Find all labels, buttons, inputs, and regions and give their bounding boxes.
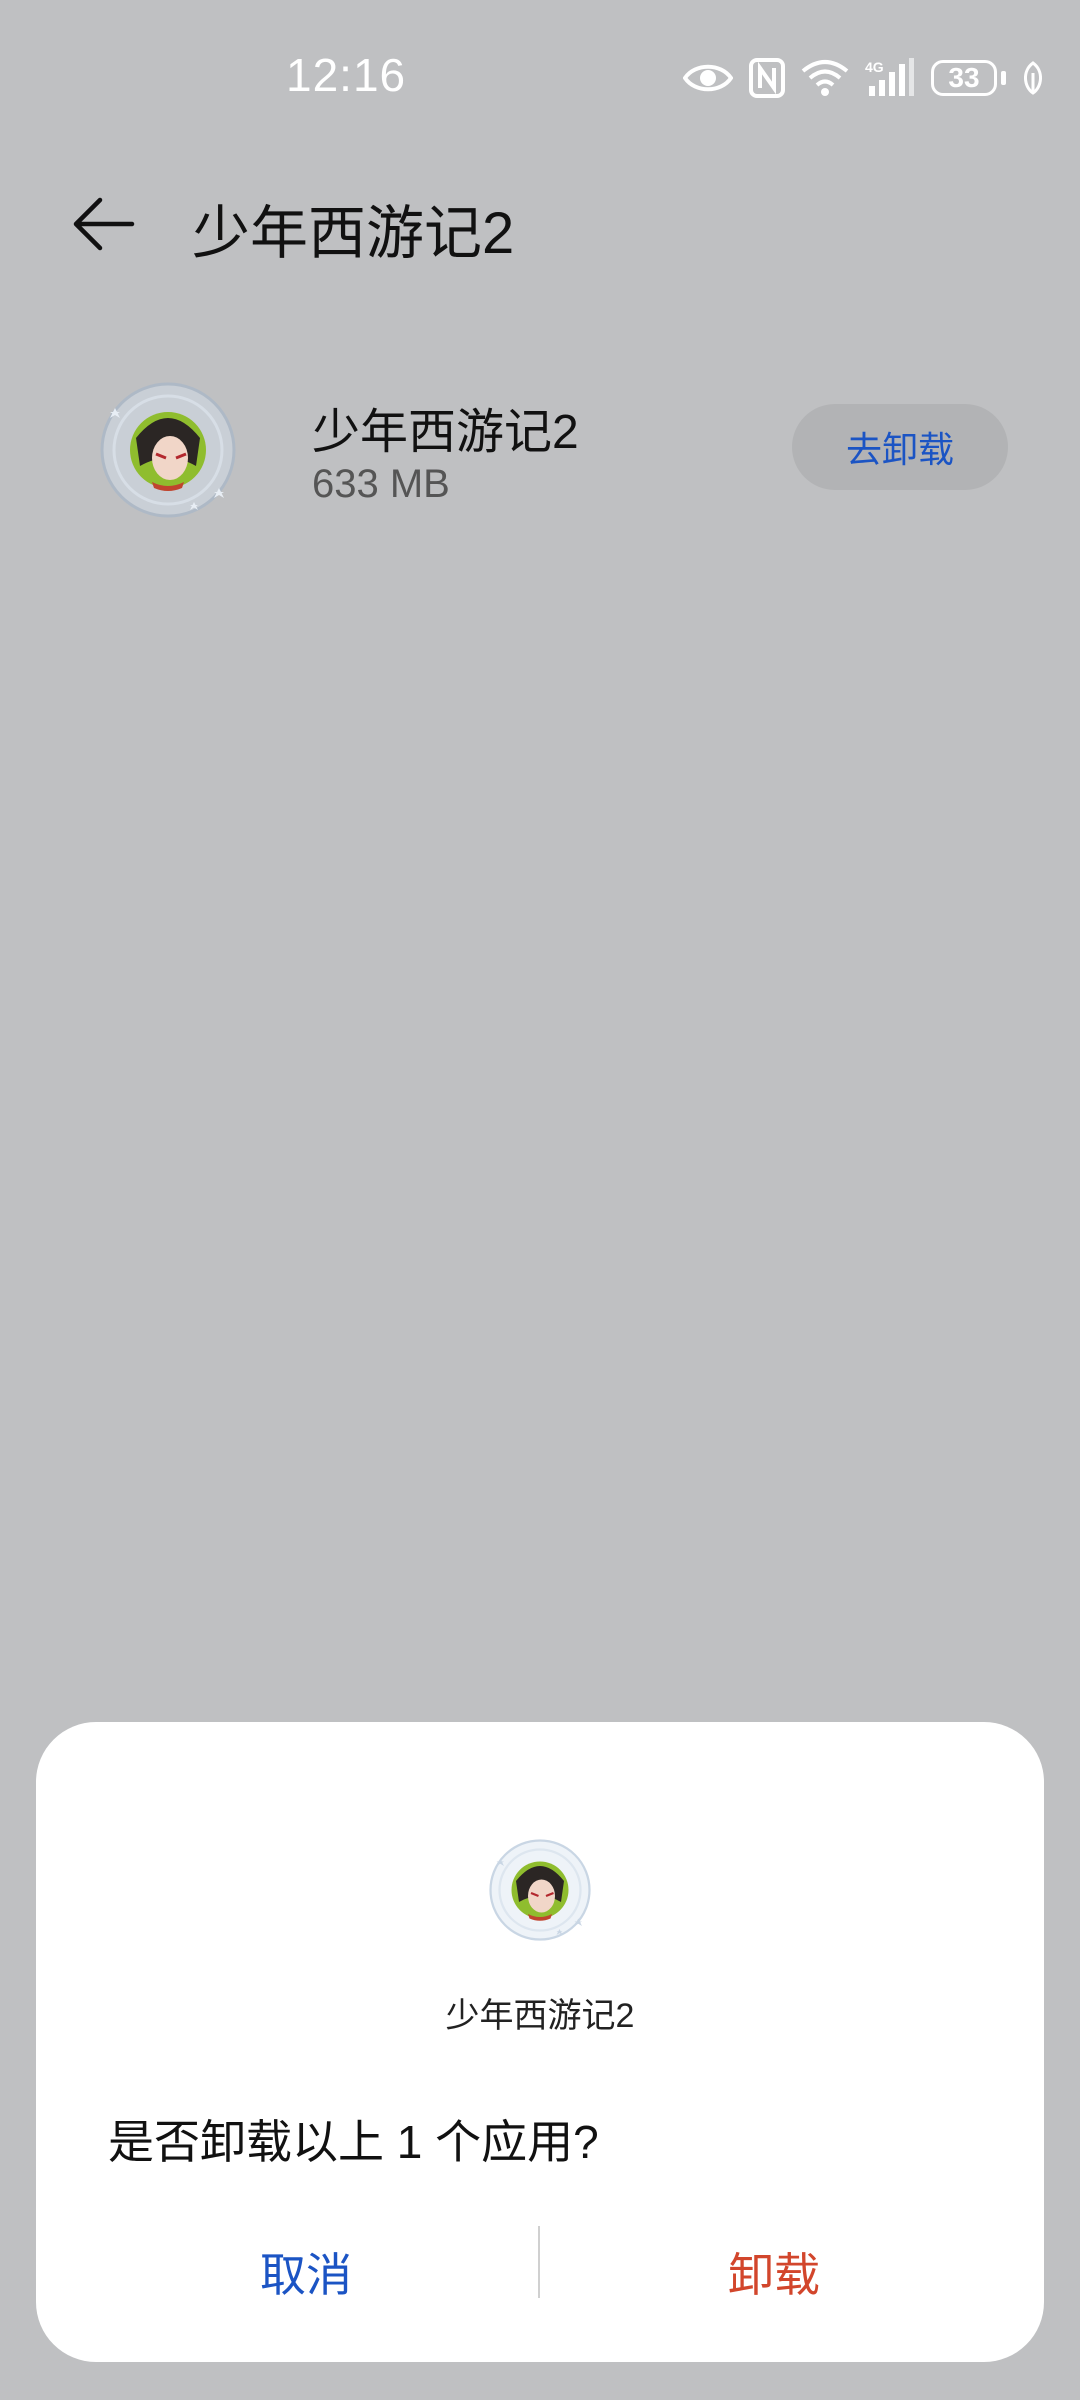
status-icons: 4G 33 <box>683 52 1044 104</box>
cancel-button[interactable]: 取消 <box>108 2222 504 2322</box>
eye-icon <box>683 64 733 92</box>
header: 少年西游记2 <box>0 170 1080 270</box>
page-title: 少年西游记2 <box>192 201 515 266</box>
leaf-icon <box>1024 61 1042 95</box>
svg-text:4G: 4G <box>865 59 884 75</box>
wifi-icon <box>801 60 849 96</box>
app-name: 少年西游记2 <box>312 406 579 459</box>
app-icon <box>96 378 240 522</box>
button-divider <box>538 2226 540 2298</box>
dialog-app-name: 少年西游记2 <box>445 1997 635 2035</box>
dialog-button-row: 取消 卸载 <box>36 2222 1044 2322</box>
nfc-icon <box>749 58 785 98</box>
uninstall-dialog: 少年西游记2 是否卸载以上 1 个应用? 取消 卸载 <box>36 1722 1044 2362</box>
go-uninstall-button[interactable]: 去卸载 <box>792 404 1008 490</box>
status-bar: 12:16 4G 33 <box>0 0 1080 160</box>
status-time: 12:16 <box>286 49 407 101</box>
uninstall-button[interactable]: 卸载 <box>576 2222 972 2322</box>
app-list-item: 少年西游记2 633 MB 去卸载 <box>0 370 1080 530</box>
battery-icon: 33 <box>931 60 1006 96</box>
cellular-4g-icon: 4G <box>865 58 914 96</box>
battery-level: 33 <box>931 60 997 96</box>
dialog-app-icon <box>486 1836 594 1944</box>
back-button[interactable] <box>60 180 148 268</box>
back-arrow-icon <box>73 197 135 251</box>
app-size: 633 MB <box>312 462 450 506</box>
dialog-message: 是否卸载以上 1 个应用? <box>108 2116 599 2168</box>
